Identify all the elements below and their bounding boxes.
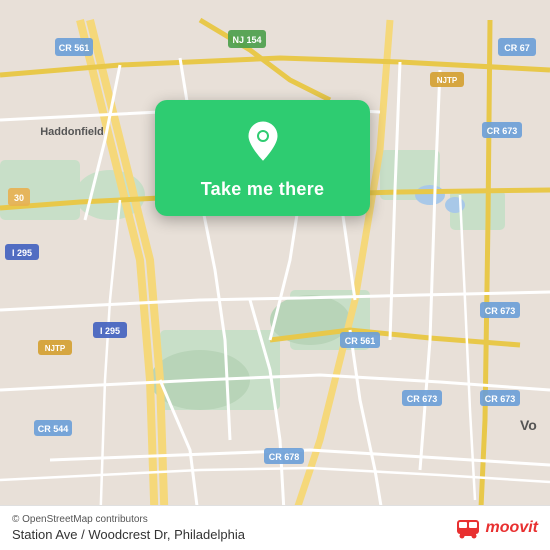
bottom-bar: © OpenStreetMap contributors Station Ave… bbox=[0, 505, 550, 550]
osm-attribution: © OpenStreetMap contributors bbox=[12, 514, 245, 525]
svg-text:Haddonfield: Haddonfield bbox=[40, 126, 104, 138]
svg-text:CR 561: CR 561 bbox=[59, 43, 90, 53]
svg-text:I 295: I 295 bbox=[100, 326, 120, 336]
svg-text:NJTP: NJTP bbox=[45, 344, 66, 353]
location-pin-icon bbox=[240, 118, 286, 169]
svg-text:CR 673: CR 673 bbox=[485, 306, 516, 316]
svg-text:CR 678: CR 678 bbox=[269, 452, 300, 462]
moovit-icon bbox=[454, 514, 482, 542]
bottom-left: © OpenStreetMap contributors Station Ave… bbox=[12, 514, 245, 542]
svg-text:CR 561: CR 561 bbox=[345, 336, 376, 346]
svg-text:CR 544: CR 544 bbox=[38, 424, 69, 434]
map-container: CR 561 NJ 154 CR 67 NJTP CR 673 Haddonfi… bbox=[0, 0, 550, 550]
take-me-there-label: Take me there bbox=[201, 179, 325, 200]
svg-text:30: 30 bbox=[14, 193, 24, 203]
svg-text:CR 67: CR 67 bbox=[504, 43, 530, 53]
svg-text:Vo: Vo bbox=[520, 417, 537, 433]
svg-text:NJ 154: NJ 154 bbox=[232, 35, 261, 45]
svg-text:NJTP: NJTP bbox=[437, 76, 458, 85]
take-me-there-button[interactable]: Take me there bbox=[155, 100, 370, 216]
svg-text:CR 673: CR 673 bbox=[485, 394, 516, 404]
svg-text:CR 673: CR 673 bbox=[407, 394, 438, 404]
svg-text:I 295: I 295 bbox=[12, 248, 32, 258]
svg-text:CR 673: CR 673 bbox=[487, 126, 518, 136]
moovit-logo: moovit bbox=[454, 514, 538, 542]
map-svg: CR 561 NJ 154 CR 67 NJTP CR 673 Haddonfi… bbox=[0, 0, 550, 550]
moovit-text: moovit bbox=[486, 519, 538, 537]
location-label: Station Ave / Woodcrest Dr, Philadelphia bbox=[12, 527, 245, 542]
